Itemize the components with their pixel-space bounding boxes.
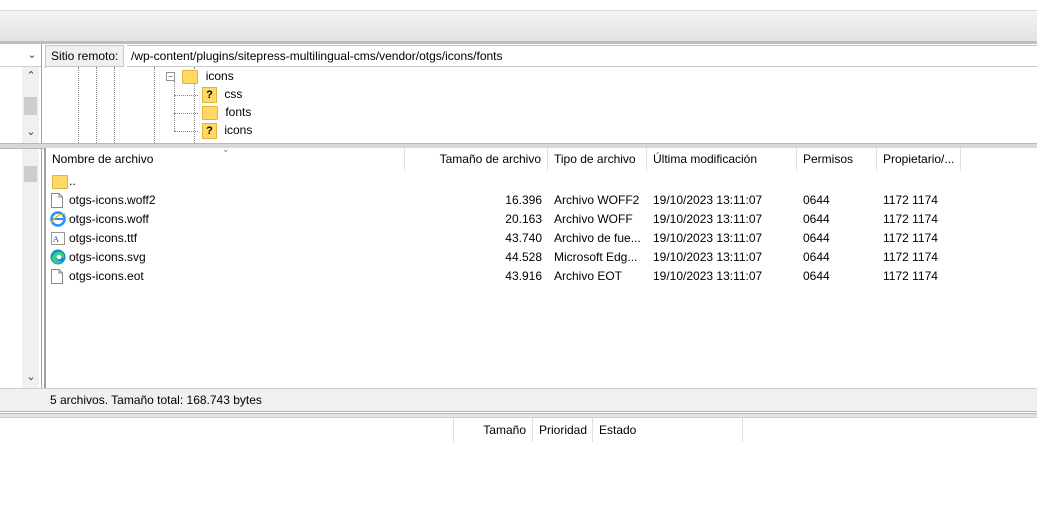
file-name: otgs-icons.woff2: [69, 193, 156, 207]
tree-node-css[interactable]: ? css: [202, 85, 242, 103]
chevron-down-icon[interactable]: ⌄: [24, 48, 40, 61]
file-row[interactable]: otgs-icons.eot 43.916 Archivo EOT 19/10/…: [46, 267, 986, 286]
queue-column-state[interactable]: Estado: [593, 418, 743, 442]
column-header-size[interactable]: Tamaño de archivo: [405, 148, 548, 171]
column-header-type[interactable]: Tipo de archivo: [548, 148, 647, 171]
file-type: Microsoft Edg...: [554, 250, 638, 264]
tree-node-label: icons: [224, 123, 253, 137]
edge-browser-icon: [50, 249, 66, 265]
file-list-header: Nombre de archivo ⌄ Tamaño de archivo Ti…: [46, 144, 1037, 171]
folder-icon: [202, 105, 218, 120]
sort-indicator-icon: ⌄: [222, 144, 230, 154]
toolbar: [0, 10, 1037, 42]
file-row[interactable]: otgs-icons.woff 20.163 Archivo WOFF 19/1…: [46, 210, 986, 229]
file-modified: 19/10/2023 13:11:07: [653, 250, 763, 264]
collapse-icon[interactable]: −: [166, 72, 175, 82]
status-text: 5 archivos. Tamaño total: 168.743 bytes: [50, 393, 262, 407]
file-size: 44.528: [505, 250, 542, 264]
column-header-modified[interactable]: Última modificación: [647, 148, 797, 171]
folder-icon: [182, 69, 199, 84]
file-permissions: 0644: [803, 231, 830, 245]
queue-column-priority[interactable]: Prioridad: [533, 418, 593, 442]
tree-node-icons-child[interactable]: ? icons: [202, 121, 252, 139]
file-name: otgs-icons.eot: [69, 269, 144, 283]
file-permissions: 0644: [803, 193, 830, 207]
svg-text:A: A: [52, 235, 59, 244]
file-row[interactable]: otgs-icons.svg 44.528 Microsoft Edg... 1…: [46, 248, 986, 267]
file-owner: 1172 1174: [883, 193, 938, 207]
file-owner: 1172 1174: [883, 250, 938, 264]
file-type: Archivo de fue...: [554, 231, 641, 245]
file-modified: 19/10/2023 13:11:07: [653, 269, 763, 283]
file-row[interactable]: A otgs-icons.ttf 43.740 Archivo de fue..…: [46, 229, 986, 248]
file-name: otgs-icons.ttf: [69, 231, 138, 245]
file-name: otgs-icons.svg: [69, 250, 146, 264]
file-modified: 19/10/2023 13:11:07: [653, 231, 763, 245]
tree-node-label: icons: [205, 69, 234, 83]
unknown-folder-icon: ?: [202, 86, 217, 103]
tree-node-icons[interactable]: − icons: [166, 67, 234, 85]
internet-explorer-icon: [50, 211, 66, 227]
file-name: otgs-icons.woff: [69, 212, 149, 226]
remote-tree: − icons ? css fonts ? icons: [46, 67, 1037, 143]
file-size: 16.396: [505, 193, 542, 207]
file-name: ..: [69, 174, 76, 188]
remote-site-label: Sitio remoto:: [45, 45, 125, 67]
pane-border: [44, 148, 46, 410]
file-type: Archivo WOFF: [554, 212, 633, 226]
parent-folder-icon: [52, 175, 68, 189]
file-permissions: 0644: [803, 269, 830, 283]
local-tree-scrollbar[interactable]: ⌃ ⌄: [22, 67, 39, 143]
column-header-owner[interactable]: Propietario/...: [877, 148, 961, 171]
file-owner: 1172 1174: [883, 231, 938, 245]
file-size: 43.740: [505, 231, 542, 245]
file-size: 20.163: [505, 212, 542, 226]
file-modified: 19/10/2023 13:11:07: [653, 193, 763, 207]
file-size: 43.916: [505, 269, 542, 283]
tree-node-label: fonts: [225, 105, 252, 119]
scroll-thumb[interactable]: [24, 97, 37, 115]
scroll-down-icon[interactable]: ⌄: [23, 370, 39, 383]
remote-path-input[interactable]: /wp-content/plugins/sitepress-multilingu…: [127, 45, 1037, 67]
file-owner: 1172 1174: [883, 269, 938, 283]
file-row[interactable]: otgs-icons.woff2 16.396 Archivo WOFF2 19…: [46, 191, 986, 210]
local-list-scrollbar[interactable]: ⌄: [22, 148, 39, 388]
blank-file-icon: [51, 269, 63, 284]
local-status-bar: [0, 388, 46, 412]
tree-node-label: css: [224, 87, 243, 101]
file-modified: 19/10/2023 13:11:07: [653, 212, 763, 226]
scroll-down-icon[interactable]: ⌄: [23, 125, 39, 138]
font-file-icon: A: [51, 232, 65, 245]
scroll-up-icon[interactable]: ⌃: [23, 69, 39, 82]
scroll-thumb[interactable]: [24, 166, 37, 182]
column-header-permissions[interactable]: Permisos: [797, 148, 877, 171]
blank-file-icon: [51, 193, 63, 208]
file-owner: 1172 1174: [883, 212, 938, 226]
file-permissions: 0644: [803, 250, 830, 264]
local-path-row: ⌄: [0, 44, 41, 67]
file-type: Archivo EOT: [554, 269, 623, 283]
status-bar: 5 archivos. Tamaño total: 168.743 bytes: [46, 388, 1037, 412]
tree-node-fonts[interactable]: fonts: [202, 103, 251, 121]
queue-column-size[interactable]: Tamaño: [453, 418, 533, 442]
file-row[interactable]: ..: [46, 172, 986, 191]
queue-header: Tamaño Prioridad Estado: [0, 418, 1037, 442]
file-type: Archivo WOFF2: [554, 193, 640, 207]
file-permissions: 0644: [803, 212, 830, 226]
unknown-folder-icon: ?: [202, 122, 217, 139]
